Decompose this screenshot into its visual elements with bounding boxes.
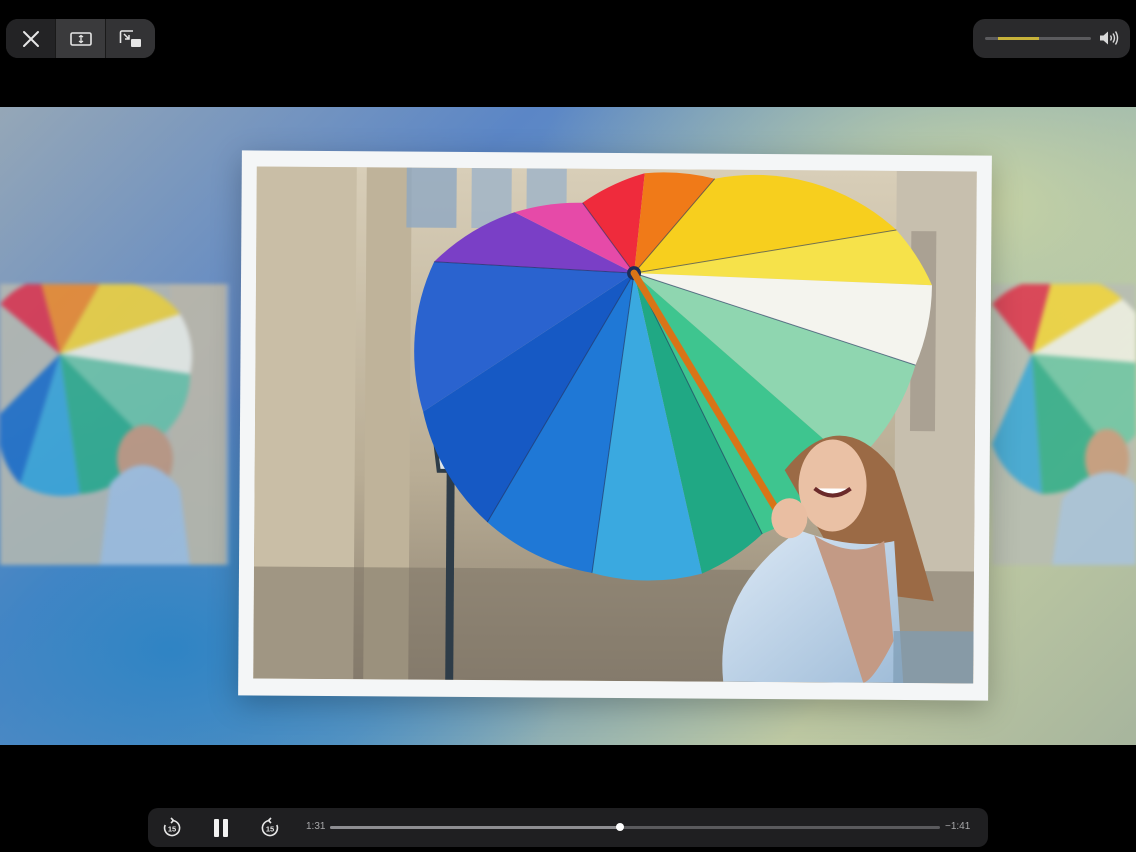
skip-back-label: 15	[168, 824, 176, 833]
picture-in-picture-button[interactable]	[105, 19, 155, 58]
picture-in-picture-icon	[119, 29, 141, 47]
window-controls	[6, 19, 155, 58]
scrubber-thumb[interactable]	[615, 823, 624, 831]
next-slide-thumbnail	[992, 284, 1136, 565]
pause-icon	[214, 818, 228, 837]
playback-controls: 15 15 1:31 −1:41	[148, 808, 988, 847]
previous-slide-thumbnail	[0, 284, 229, 565]
pause-button[interactable]	[206, 808, 236, 847]
close-button[interactable]	[6, 19, 55, 58]
skip-forward-label: 15	[266, 824, 274, 833]
close-icon	[22, 30, 39, 47]
skip-back-button[interactable]: 15	[158, 808, 186, 847]
video-viewport[interactable]	[0, 107, 1136, 745]
volume-slider[interactable]	[985, 37, 1091, 40]
skip-forward-button[interactable]: 15	[256, 808, 284, 847]
playback-progress	[330, 826, 620, 829]
aspect-fit-button[interactable]	[55, 19, 105, 58]
skip-back-15-icon: 15	[163, 816, 181, 836]
rainbow-umbrella-photo	[253, 166, 977, 684]
speaker-volume-icon[interactable]	[1098, 29, 1120, 47]
current-slide-frame	[238, 150, 992, 701]
volume-control	[973, 19, 1130, 58]
elapsed-time: 1:31	[306, 821, 326, 832]
playback-scrubber[interactable]	[330, 823, 940, 831]
skip-forward-15-icon: 15	[261, 816, 279, 836]
aspect-fit-icon	[69, 31, 92, 46]
volume-level	[997, 37, 1040, 40]
remaining-time: −1:41	[945, 821, 971, 832]
